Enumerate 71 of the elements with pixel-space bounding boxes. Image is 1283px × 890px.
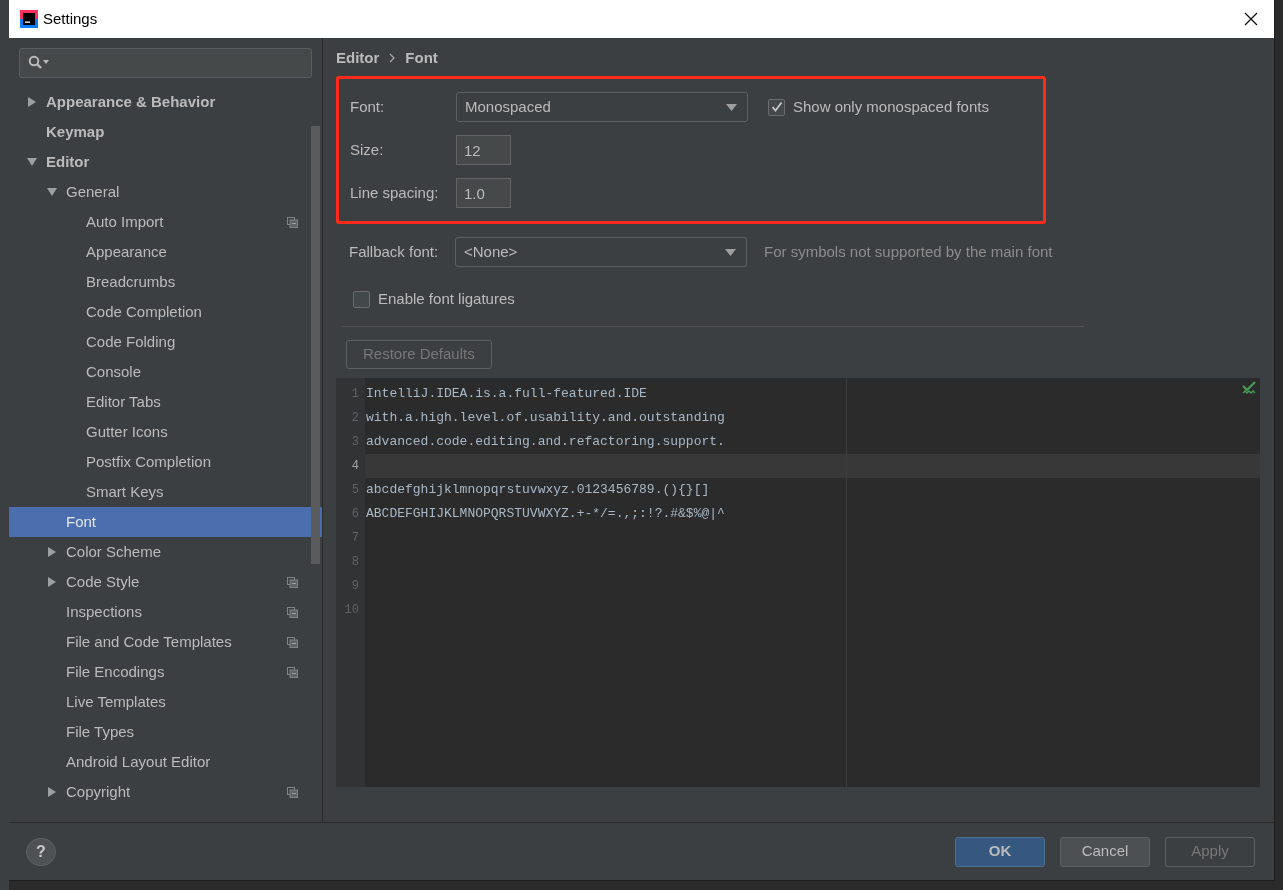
checkbox-label: Show only monospaced fonts xyxy=(793,96,989,117)
checkmark-icon xyxy=(770,101,783,113)
close-icon[interactable] xyxy=(1244,12,1258,26)
line-number: 4 xyxy=(351,457,359,475)
tree-item[interactable]: Font xyxy=(9,507,322,537)
code-line: with.a.high.level.of.usability.and.outstanding xyxy=(366,408,725,427)
tree-item[interactable]: File Encodings xyxy=(9,657,322,687)
tree-item[interactable]: Copyright xyxy=(9,777,322,807)
dialog-button[interactable]: OK xyxy=(955,836,1045,867)
collapsed-arrow-icon[interactable] xyxy=(27,97,37,107)
code-line: ABCDEFGHIJKLMNOPQRSTUVWXYZ.+-*/=.,;:!?.#&$%@|^ xyxy=(366,504,725,523)
app-logo-icon xyxy=(20,10,38,28)
hint-text: For symbols not supported by the main font xyxy=(764,241,1053,262)
font-dropdown[interactable]: Monospaced xyxy=(456,92,748,122)
tree-item[interactable]: Smart Keys xyxy=(9,477,322,507)
tree-item[interactable]: Breadcrumbs xyxy=(9,267,322,297)
chevron-right-icon xyxy=(389,53,396,63)
dropdown-arrow-icon xyxy=(725,248,736,256)
collapsed-arrow-icon[interactable] xyxy=(47,787,57,797)
expanded-arrow-icon[interactable] xyxy=(47,187,57,197)
tree-item[interactable]: General xyxy=(9,177,322,207)
search-field[interactable] xyxy=(19,48,312,78)
copy-icon xyxy=(287,666,298,678)
scrollbar[interactable] xyxy=(311,126,320,564)
text-field[interactable]: 1.0 xyxy=(456,178,511,208)
tree-item[interactable]: Editor xyxy=(9,147,322,177)
code-line: abcdefghijklmnopqrstuvwxyz.0123456789.(){}[] xyxy=(366,480,710,499)
code-line: advanced.code.editing.and.refactoring.support. xyxy=(366,432,725,451)
tree-item[interactable]: Android Layout Editor xyxy=(9,747,322,777)
code-line: IntelliJ.IDEA.is.a.full-featured.IDE xyxy=(366,384,647,403)
tree-item[interactable]: Code Folding xyxy=(9,327,322,357)
tree-item[interactable]: Code Completion xyxy=(9,297,322,327)
font-dropdown[interactable]: <None> xyxy=(455,237,747,267)
dialog-button[interactable]: Cancel xyxy=(1060,836,1150,867)
tree-item[interactable]: File Types xyxy=(9,717,322,747)
tree-item[interactable]: Auto Import xyxy=(9,207,322,237)
tree-item[interactable]: Inspections xyxy=(9,597,322,627)
copy-icon xyxy=(287,216,298,228)
tree-item[interactable]: Live Templates xyxy=(9,687,322,717)
tree-item[interactable]: Keymap xyxy=(9,117,322,147)
collapsed-arrow-icon[interactable] xyxy=(47,577,57,587)
copy-icon xyxy=(287,786,298,798)
tree-item[interactable]: Code Style xyxy=(9,567,322,597)
dropdown-arrow-icon xyxy=(726,103,737,111)
window-title: Settings xyxy=(43,8,98,29)
field-label: Fallback font: xyxy=(349,241,440,262)
collapsed-arrow-icon[interactable] xyxy=(47,547,57,557)
breadcrumb-item: Font xyxy=(405,47,438,68)
field-label: Line spacing: xyxy=(350,182,440,203)
tree-item[interactable]: Appearance & Behavior xyxy=(9,87,322,117)
tree-item[interactable]: File and Code Templates xyxy=(9,627,322,657)
tree-item[interactable]: Postfix Completion xyxy=(9,447,322,477)
field-label: Font: xyxy=(350,96,386,117)
checkbox[interactable] xyxy=(768,98,785,116)
field-label: Size: xyxy=(350,139,385,160)
tree-item[interactable]: Editor Tabs xyxy=(9,387,322,417)
tree-item[interactable]: Console xyxy=(9,357,322,387)
copy-icon xyxy=(287,636,298,648)
copy-icon xyxy=(287,606,298,618)
help-button[interactable]: ? xyxy=(26,837,56,866)
breadcrumb-item: Editor xyxy=(336,47,380,68)
search-icon xyxy=(28,55,50,71)
checkbox[interactable] xyxy=(353,290,370,308)
text-field[interactable]: 12 xyxy=(456,135,511,165)
copy-icon xyxy=(287,576,298,588)
tree-item[interactable]: Color Scheme xyxy=(9,537,322,567)
tree-item[interactable]: Appearance xyxy=(9,237,322,267)
tree-item[interactable]: Gutter Icons xyxy=(9,417,322,447)
checkmark-icon xyxy=(1242,380,1256,395)
checkbox-label: Enable font ligatures xyxy=(378,289,515,309)
expanded-arrow-icon[interactable] xyxy=(27,157,37,167)
